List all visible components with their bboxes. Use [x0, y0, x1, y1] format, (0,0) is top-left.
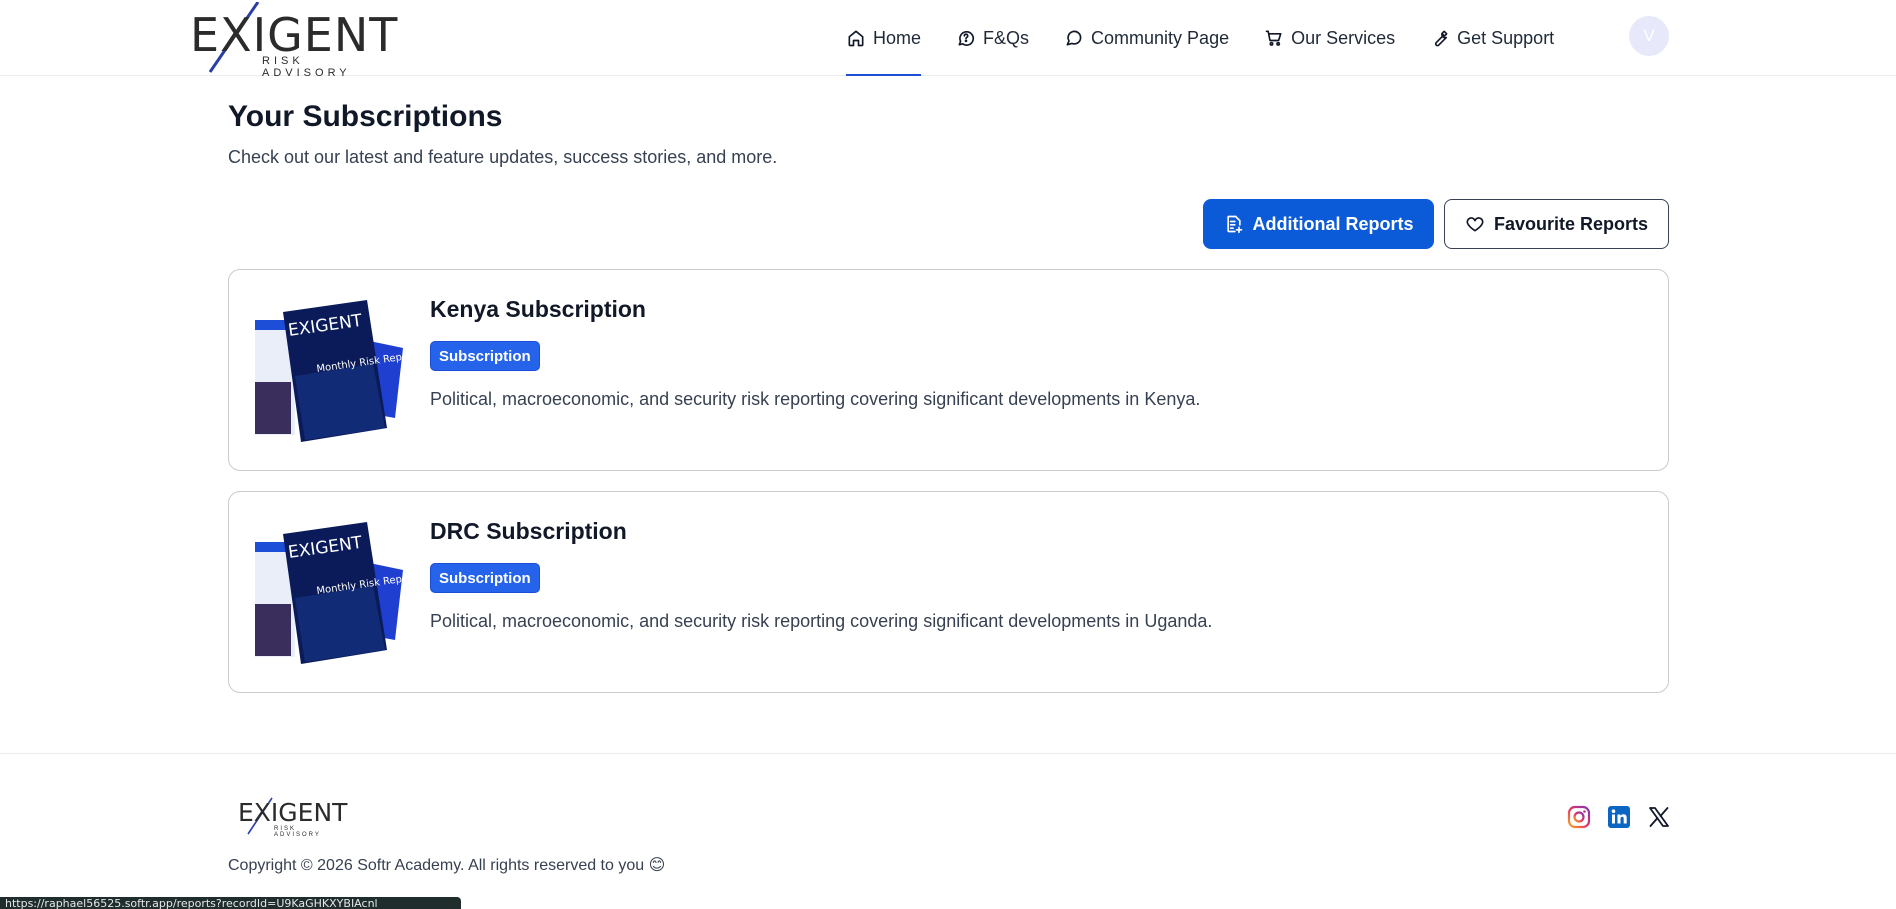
card-title: DRC Subscription	[430, 518, 627, 544]
nav-item-our-services[interactable]: Our Services	[1264, 0, 1395, 76]
instagram-icon[interactable]	[1567, 805, 1591, 829]
nav-item-label: Get Support	[1457, 27, 1555, 48]
page-title: Your Subscriptions	[228, 100, 503, 133]
nav-item-get-support[interactable]: Get Support	[1430, 0, 1554, 76]
subscription-badge: Subscription	[430, 563, 540, 593]
nav-item-label: Home	[873, 27, 922, 48]
top-header: EXIGENT RISK ADVISORY Home F&Qs Communit…	[0, 0, 1896, 79]
card-description: Political, macroeconomic, and security r…	[430, 611, 1213, 631]
logo-wordmark: EXIGENT	[190, 8, 399, 62]
cart-icon	[1265, 30, 1282, 46]
nav-item-home[interactable]: Home	[846, 0, 922, 76]
x-icon[interactable]	[1647, 805, 1671, 829]
brand-logo[interactable]: EXIGENT RISK ADVISORY	[188, 2, 399, 79]
chat-question-icon	[958, 30, 975, 46]
document-plus-icon	[1226, 215, 1242, 234]
subscription-card-drc[interactable]: EXIGENT Monthly Risk Report DRC Subscrip…	[228, 491, 1669, 693]
additional-reports-button[interactable]: Additional Reports	[1203, 199, 1434, 249]
footer-logo[interactable]: EXIGENT RISK ADVISORY	[236, 796, 348, 838]
footer-logo-subtitle: RISK ADVISORY	[274, 826, 321, 838]
heart-icon	[1466, 217, 1484, 232]
favourite-reports-label: Favourite Reports	[1493, 213, 1649, 234]
main-nav: Home F&Qs Community Page Our Services Ge…	[846, 0, 1554, 76]
card-title: Kenya Subscription	[430, 296, 646, 322]
nav-item-label: Our Services	[1291, 27, 1396, 48]
subscription-card-kenya[interactable]: EXIGENT Monthly Risk Report Kenya Subscr…	[228, 269, 1669, 471]
report-thumbnail: EXIGENT Monthly Risk Report	[255, 300, 405, 442]
nav-item-label: Community Page	[1091, 27, 1230, 48]
home-icon	[848, 30, 864, 47]
nav-item-faqs[interactable]: F&Qs	[956, 0, 1029, 76]
linkedin-icon[interactable]	[1607, 805, 1631, 829]
page-subtitle: Check out our latest and feature updates…	[228, 147, 778, 167]
additional-reports-label: Additional Reports	[1252, 213, 1414, 234]
nav-item-label: F&Qs	[983, 27, 1030, 48]
user-avatar[interactable]: V	[1629, 16, 1669, 56]
chat-bubble-icon	[1066, 30, 1082, 46]
status-bar-url: https://raphael56525.softr.app/reports?r…	[0, 897, 461, 909]
favourite-reports-button[interactable]: Favourite Reports	[1444, 199, 1669, 249]
page-footer: EXIGENT RISK ADVISORY Copyright © 2026 S…	[0, 753, 1896, 909]
report-thumbnail: EXIGENT Monthly Risk Report	[255, 522, 405, 664]
wrench-icon	[1435, 30, 1448, 47]
nav-item-community-page[interactable]: Community Page	[1064, 0, 1229, 76]
subscription-badge: Subscription	[430, 341, 540, 371]
logo-subtitle: RISK ADVISORY	[262, 55, 351, 79]
copyright-text: Copyright © 2026 Softr Academy. All righ…	[228, 857, 666, 874]
footer-logo-wordmark: EXIGENT	[238, 798, 348, 827]
card-description: Political, macroeconomic, and security r…	[430, 389, 1201, 409]
